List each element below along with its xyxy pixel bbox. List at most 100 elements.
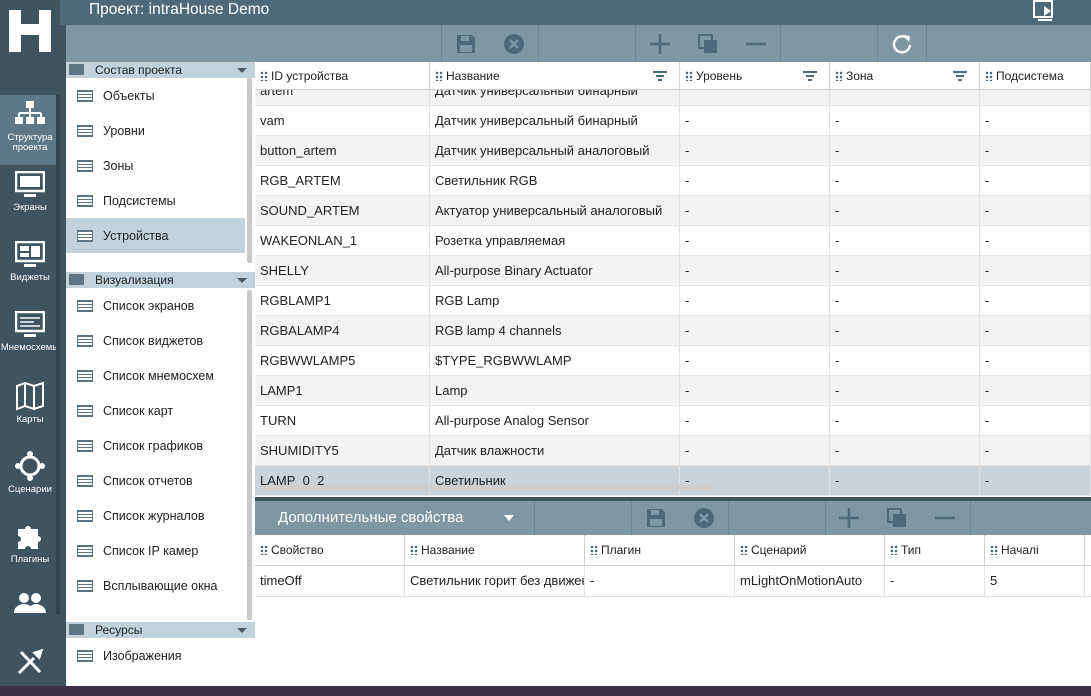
drag-handle-icon[interactable] bbox=[835, 71, 843, 81]
table-cell: - bbox=[680, 406, 830, 436]
drag-handle-icon[interactable] bbox=[890, 545, 898, 555]
drag-handle-icon[interactable] bbox=[685, 71, 693, 81]
drag-handle-icon[interactable] bbox=[435, 71, 443, 81]
remove-icon[interactable] bbox=[745, 33, 767, 55]
horizontal-scrollbar[interactable] bbox=[259, 485, 714, 491]
filter-icon[interactable] bbox=[953, 71, 967, 81]
filter-icon[interactable] bbox=[803, 71, 817, 81]
tree-item[interactable]: Список журналов bbox=[66, 498, 245, 533]
chevron-down-icon[interactable] bbox=[237, 278, 247, 283]
tree-item[interactable]: Изображения bbox=[66, 638, 245, 673]
tree-item[interactable]: Объекты bbox=[66, 78, 245, 113]
properties-title[interactable]: Дополнительные свойства bbox=[278, 509, 463, 526]
drag-handle-icon[interactable] bbox=[990, 545, 998, 555]
table-cell: mLightOnMotionAuto bbox=[735, 566, 885, 596]
tree-section-header[interactable]: Состав проекта bbox=[66, 62, 255, 78]
table-row[interactable]: RGBWWLAMP5 $TYPE_RGBWWLAMP - - - bbox=[255, 346, 1091, 376]
table-row[interactable]: RGBLAMP1 RGB Lamp - - - bbox=[255, 286, 1091, 316]
tree-item[interactable]: Всплывающие окна bbox=[66, 568, 245, 603]
chevron-down-icon[interactable] bbox=[504, 515, 514, 521]
table-cell: - bbox=[585, 566, 735, 596]
table-row[interactable]: LAMP1 Lamp - - - bbox=[255, 376, 1091, 406]
table-row[interactable]: TURN All-purpose Analog Sensor - - - bbox=[255, 406, 1091, 436]
column-header[interactable]: Уровень bbox=[680, 62, 830, 90]
column-header[interactable]: Название bbox=[405, 535, 585, 565]
column-header[interactable]: Название bbox=[430, 62, 680, 90]
chevron-down-icon[interactable] bbox=[237, 628, 247, 633]
column-header[interactable]: Свойство bbox=[255, 535, 405, 565]
table-row[interactable]: vam Датчик универсальный бинарный - - - bbox=[255, 106, 1091, 136]
table-cell: button_artem bbox=[255, 136, 430, 166]
rail-item[interactable]: Сценарии bbox=[0, 445, 60, 515]
tree-item-label: Уровни bbox=[103, 124, 145, 138]
save-icon[interactable] bbox=[645, 507, 667, 529]
table-row[interactable]: SHELLY All-purpose Binary Actuator - - - bbox=[255, 256, 1091, 286]
tree-item[interactable]: Список экранов bbox=[66, 288, 245, 323]
table-cell: LAMP1 bbox=[255, 376, 430, 406]
drag-handle-icon[interactable] bbox=[410, 545, 418, 555]
tree-scrollbar[interactable] bbox=[247, 290, 252, 620]
copy-icon[interactable] bbox=[697, 33, 719, 55]
exit-icon[interactable] bbox=[1032, 0, 1058, 22]
drag-handle-icon[interactable] bbox=[260, 71, 268, 81]
folder-icon bbox=[69, 624, 84, 635]
table-row[interactable]: SOUND_ARTEM Актуатор универсальный аналог… bbox=[255, 196, 1091, 226]
add-icon[interactable] bbox=[649, 33, 671, 55]
column-header[interactable]: ID устройства bbox=[255, 62, 430, 90]
tree-item[interactable]: Устройства bbox=[66, 218, 245, 253]
tree-item-label: Список экранов bbox=[103, 299, 195, 313]
table-row[interactable]: SHUMIDITY5 Датчик влажности - - - bbox=[255, 436, 1091, 466]
column-header[interactable]: Плагин bbox=[585, 535, 735, 565]
table-cell: RGBWWLAMP5 bbox=[255, 346, 430, 376]
tree-item-label: Подсистемы bbox=[103, 194, 176, 208]
rail-item[interactable]: Виджеты bbox=[0, 235, 60, 305]
rail-scrollbar[interactable] bbox=[56, 95, 60, 615]
tree-section-header[interactable]: Визуализация bbox=[66, 272, 255, 288]
filter-icon[interactable] bbox=[653, 71, 667, 81]
tree-item[interactable]: Список графиков bbox=[66, 428, 245, 463]
tree-item[interactable]: Список карт bbox=[66, 393, 245, 428]
rail-item[interactable]: Карты bbox=[0, 375, 60, 445]
tree-section-header[interactable]: Ресурсы bbox=[66, 622, 255, 638]
column-header[interactable]: Сценарий bbox=[735, 535, 885, 565]
table-row[interactable]: button_artem Датчик универсальный аналого… bbox=[255, 136, 1091, 166]
tree-item[interactable]: Список мнемосхем bbox=[66, 358, 245, 393]
table-row[interactable]: RGB_ARTEM Светильник RGB - - - bbox=[255, 166, 1091, 196]
add-icon[interactable] bbox=[838, 507, 860, 529]
rail-item[interactable] bbox=[0, 585, 60, 655]
tree-item[interactable]: Зоны bbox=[66, 148, 245, 183]
column-header[interactable]: Началі bbox=[985, 535, 1085, 565]
chevron-down-icon[interactable] bbox=[237, 68, 247, 73]
column-header[interactable]: Тип bbox=[885, 535, 985, 565]
rail-item[interactable]: Структура проекта bbox=[0, 95, 60, 165]
tree-item[interactable]: Список отчетов bbox=[66, 463, 245, 498]
refresh-icon[interactable] bbox=[891, 33, 913, 55]
tree-item[interactable]: Список виджетов bbox=[66, 323, 245, 358]
remove-icon[interactable] bbox=[934, 507, 956, 529]
toolbar-divider bbox=[635, 25, 636, 62]
tree-scrollbar[interactable] bbox=[247, 78, 252, 263]
column-header[interactable]: Подсистема bbox=[980, 62, 1091, 90]
rail-item[interactable]: Экраны bbox=[0, 165, 60, 235]
cancel-icon[interactable] bbox=[503, 33, 525, 55]
column-header[interactable]: Зона bbox=[830, 62, 980, 90]
toolbar-divider bbox=[825, 501, 826, 535]
tree-item[interactable]: Подсистемы bbox=[66, 183, 245, 218]
tree-item[interactable]: Список IP камер bbox=[66, 533, 245, 568]
rail-item-label: Виджеты bbox=[10, 272, 50, 283]
save-icon[interactable] bbox=[455, 33, 477, 55]
table-row[interactable]: WAKEONLAN_1 Розетка управляемая - - - bbox=[255, 226, 1091, 256]
copy-icon[interactable] bbox=[886, 507, 908, 529]
table-cell: WAKEONLAN_1 bbox=[255, 226, 430, 256]
rail-item[interactable]: Мнемосхемы bbox=[0, 305, 60, 375]
table-row[interactable]: LAMP_0_2 Светильник - - - bbox=[255, 466, 1091, 496]
rail-item[interactable]: Плагины bbox=[0, 515, 60, 585]
cancel-icon[interactable] bbox=[693, 507, 715, 529]
drag-handle-icon[interactable] bbox=[590, 545, 598, 555]
drag-handle-icon[interactable] bbox=[740, 545, 748, 555]
drag-handle-icon[interactable] bbox=[985, 71, 993, 81]
tree-item[interactable]: Уровни bbox=[66, 113, 245, 148]
table-row[interactable]: RGBALAMP4 RGB lamp 4 channels - - - bbox=[255, 316, 1091, 346]
drag-handle-icon[interactable] bbox=[260, 545, 268, 555]
tools-icon[interactable] bbox=[16, 648, 44, 676]
